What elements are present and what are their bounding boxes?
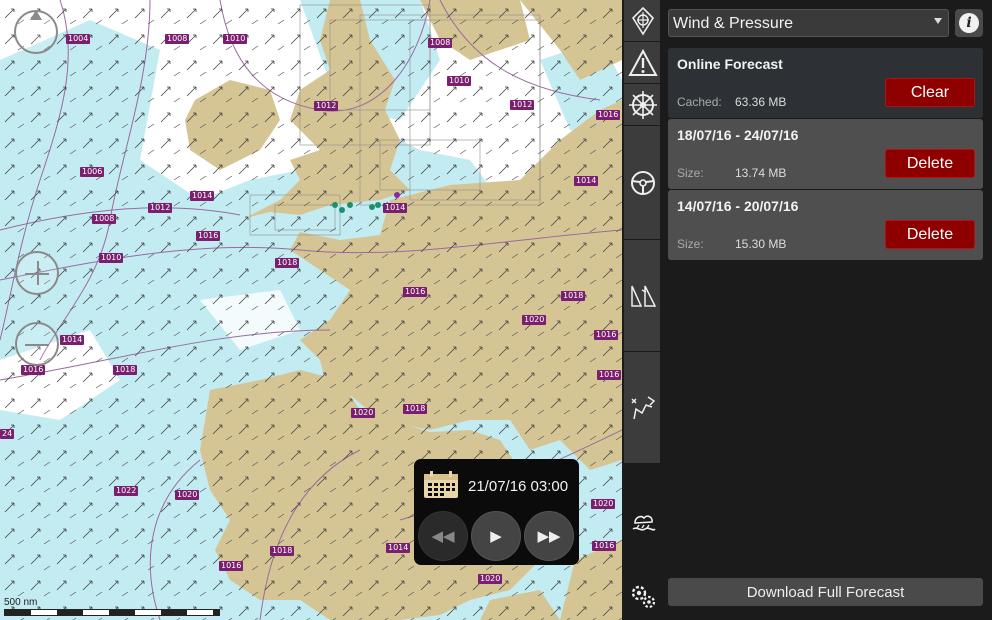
- pressure-label: 1022: [114, 486, 139, 496]
- pressure-label: 1012: [510, 100, 535, 110]
- forecast-panel: Wind & Pressure i Online Forecast Cached…: [660, 0, 992, 620]
- pressure-label: 1010: [223, 34, 248, 44]
- toolbar-warning-button[interactable]: [624, 42, 661, 84]
- routing-icon: [630, 395, 655, 419]
- pressure-label: 1020: [478, 574, 503, 584]
- pressure-label: 1018: [403, 404, 428, 414]
- pressure-label: 1014: [190, 191, 215, 201]
- forecast-player: 21/07/16 03:00 ◀◀ ▶ ▶▶: [414, 459, 579, 565]
- pressure-label: 1016: [196, 231, 221, 241]
- steering-wheel-icon: [630, 170, 655, 195]
- scale-label: 500 nm: [4, 597, 38, 608]
- sails-icon: [630, 285, 656, 307]
- settings-icon: [631, 585, 655, 608]
- pressure-label: 1008: [165, 34, 190, 44]
- fast-forward-button[interactable]: ▶▶: [524, 511, 574, 561]
- pressure-label: 1006: [80, 167, 105, 177]
- card-title: Online Forecast: [677, 56, 783, 72]
- compass-rose-icon: [631, 6, 654, 36]
- layer-dropdown[interactable]: Wind & Pressure: [668, 9, 949, 37]
- toolbar-steering-button[interactable]: [624, 126, 661, 240]
- scale-bar: 500 nm: [4, 597, 220, 616]
- rewind-icon: ◀◀: [431, 528, 455, 545]
- card-title: 18/07/16 - 24/07/16: [677, 127, 799, 143]
- forecast-card[interactable]: 18/07/16 - 24/07/16 Size: 13.74 MB Delet…: [668, 119, 983, 189]
- clear-button[interactable]: Clear: [885, 78, 975, 107]
- pressure-label: 1014: [383, 203, 408, 213]
- chevron-down-icon: [934, 18, 942, 24]
- forecast-datetime: 21/07/16 03:00: [468, 478, 569, 495]
- pressure-label: 1012: [148, 203, 173, 213]
- pressure-label: 1016: [594, 330, 619, 340]
- card-size-label: Size:: [677, 166, 704, 180]
- chart-map[interactable]: 1004 1008 1010 1008 1010 1012 1012 1016 …: [0, 0, 622, 620]
- pressure-label: 1016: [403, 287, 428, 297]
- weather-station-icon: [632, 514, 656, 531]
- toolbar-helm-button[interactable]: [624, 84, 661, 126]
- warning-icon: [627, 48, 658, 76]
- pressure-label: 1010: [447, 76, 472, 86]
- pressure-label: 1014: [386, 543, 411, 553]
- pressure-label: 1018: [561, 291, 586, 301]
- pressure-label: 1016: [597, 370, 622, 380]
- pressure-label: 1018: [113, 365, 138, 375]
- card-size-value: 63.36 MB: [735, 95, 787, 109]
- pressure-label: 1016: [596, 110, 621, 120]
- card-size-value: 15.30 MB: [735, 237, 787, 251]
- pressure-label: 1014: [60, 335, 85, 345]
- pressure-label: 1020: [351, 408, 376, 418]
- calendar-icon[interactable]: [423, 471, 459, 499]
- rotate-north-button[interactable]: [14, 10, 58, 54]
- compass-arrow-icon: [30, 12, 42, 20]
- pressure-label: 1004: [66, 34, 91, 44]
- rewind-button[interactable]: ◀◀: [418, 511, 468, 561]
- toolbar-compass-button[interactable]: [624, 0, 661, 42]
- play-button[interactable]: ▶: [471, 511, 521, 561]
- zoom-in-button[interactable]: [15, 251, 59, 295]
- pressure-label: 1020: [591, 499, 616, 509]
- helm-icon: [628, 90, 657, 119]
- pressure-label: 1010: [99, 253, 124, 263]
- pressure-label: 1016: [219, 561, 244, 571]
- info-icon: i: [959, 13, 979, 33]
- toolbar-sails-button[interactable]: [624, 240, 661, 352]
- card-size-value: 13.74 MB: [735, 166, 787, 180]
- pressure-label: 1020: [175, 490, 200, 500]
- play-icon: ▶: [490, 528, 502, 545]
- pressure-label: 24: [0, 429, 15, 439]
- pressure-label: 1008: [428, 38, 453, 48]
- pressure-label: 1014: [574, 176, 599, 186]
- scale-ruler: [4, 609, 220, 616]
- delete-button[interactable]: Delete: [885, 149, 975, 178]
- pressure-label: 1018: [275, 258, 300, 268]
- download-forecast-button[interactable]: Download Full Forecast: [668, 578, 983, 606]
- pressure-label: 1008: [92, 214, 117, 224]
- fast-forward-icon: ▶▶: [537, 528, 561, 545]
- pressure-label: 1012: [314, 101, 339, 111]
- pressure-label: 1020: [522, 315, 547, 325]
- side-toolbar: [622, 0, 661, 620]
- pressure-label: 1016: [21, 365, 46, 375]
- zoom-out-button[interactable]: [15, 322, 59, 366]
- card-title: 14/07/16 - 20/07/16: [677, 198, 799, 214]
- forecast-card[interactable]: 14/07/16 - 20/07/16 Size: 15.30 MB Delet…: [668, 190, 983, 260]
- online-forecast-card: Online Forecast Cached: 63.36 MB Clear: [668, 48, 983, 118]
- toolbar-routing-button[interactable]: [624, 352, 661, 464]
- card-size-label: Size:: [677, 237, 704, 251]
- info-button[interactable]: i: [955, 9, 983, 37]
- pressure-label: 1016: [592, 541, 617, 551]
- card-size-label: Cached:: [677, 95, 722, 109]
- toolbar-weather-button[interactable]: [624, 498, 661, 548]
- pressure-label: 1018: [270, 546, 295, 556]
- toolbar-settings-button[interactable]: [624, 574, 661, 618]
- layer-dropdown-value: Wind & Pressure: [673, 15, 794, 32]
- delete-button[interactable]: Delete: [885, 220, 975, 249]
